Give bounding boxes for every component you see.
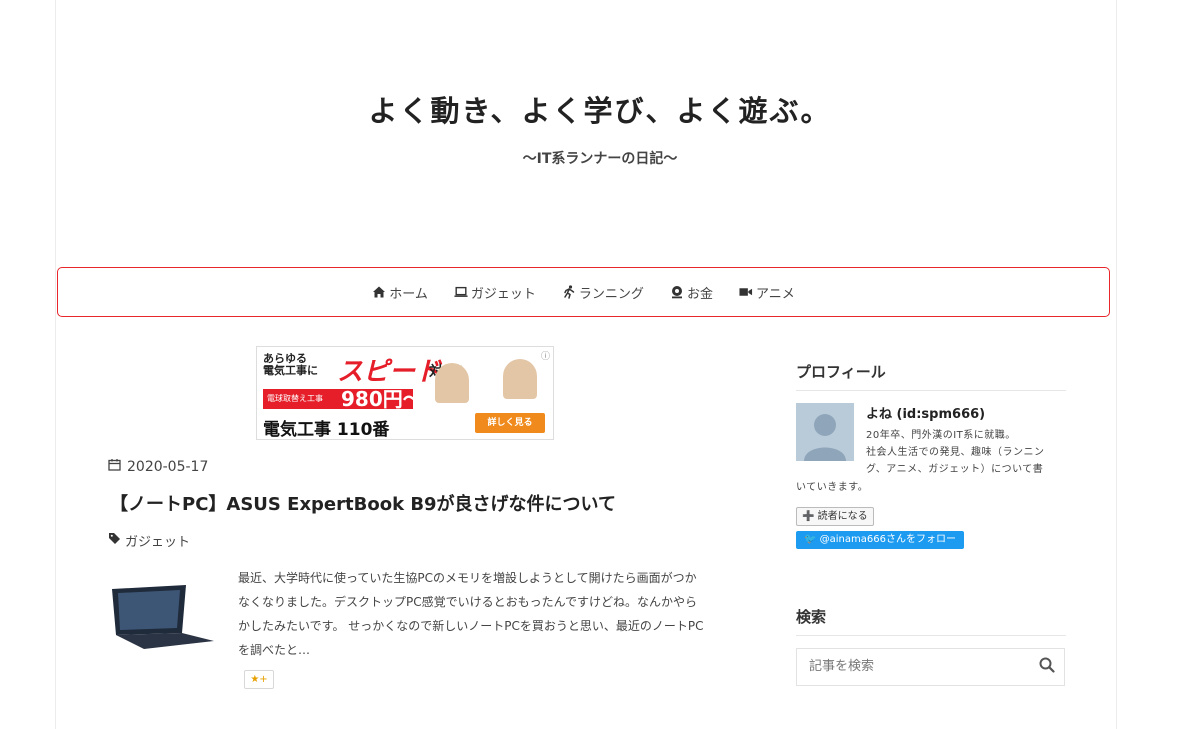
nav-item-anime[interactable]: アニメ [739, 283, 795, 302]
nav-item-label: ランニング [578, 286, 644, 302]
running-icon [562, 285, 576, 299]
ad-price: 980円〜 [341, 387, 423, 411]
ad-text: あらゆる 電気工事に [263, 352, 318, 377]
tag-icon [108, 532, 121, 549]
profile-bio: 20年卒、門外漢のIT系に就職。 社会人生活での発見、趣味（ランニング、アニメ、… [866, 430, 1045, 475]
nav-item-home[interactable]: ホーム [372, 283, 428, 302]
nav-item-label: ガジェット [470, 286, 536, 302]
ad-brand: 電気工事 110番 [263, 420, 390, 440]
nav-item-label: お金 [686, 286, 713, 302]
subscribe-button[interactable]: ➕ 読者になる [796, 507, 874, 526]
calendar-icon [108, 458, 121, 475]
avatar[interactable] [796, 403, 854, 461]
nav-item-gadget[interactable]: ガジェット [454, 283, 536, 302]
hatena-star-button[interactable]: ★+ [244, 670, 274, 689]
info-icon[interactable]: ⓘ [541, 349, 550, 362]
nav-item-label: アニメ [755, 286, 795, 302]
post-category[interactable]: ガジェット [108, 531, 190, 550]
home-icon [372, 285, 386, 299]
post-category-label: ガジェット [125, 535, 191, 550]
nav-item-money[interactable]: お金 [670, 283, 713, 302]
video-camera-icon [739, 285, 753, 299]
profile-heading: プロフィール [796, 361, 1066, 391]
ad-person-image [435, 363, 469, 403]
post-date-text: 2020-05-17 [127, 458, 209, 475]
search-heading: 検索 [796, 606, 1066, 636]
site-subtitle: 〜IT系ランナーの日記〜 [522, 151, 678, 167]
ad-cta-button[interactable]: 詳しく見る [475, 413, 545, 433]
site-title[interactable]: よく動き、よく学び、よく遊ぶ。 [0, 88, 1200, 130]
post-thumbnail[interactable] [108, 575, 218, 655]
profile-name[interactable]: よね (id:spm666) [866, 403, 985, 422]
profile-bio-end: いていきます。 [796, 482, 869, 493]
post-date: 2020-05-17 [108, 458, 208, 475]
twitter-bird-icon: 🐦 [804, 534, 817, 545]
search-icon[interactable] [1039, 657, 1055, 673]
ad-banner[interactable]: あらゆる電気工事に スピード 対応! 電球取替え工事 980円〜 電気工事 11… [256, 346, 554, 440]
plus-icon: ➕ [802, 511, 815, 522]
ad-person-image [503, 359, 537, 399]
nav-item-running[interactable]: ランニング [562, 283, 644, 302]
nav-item-label: ホーム [389, 286, 428, 302]
post-title[interactable]: 【ノートPC】ASUS ExpertBook B9が良さげな件について [110, 490, 616, 516]
search-input[interactable]: 記事を検索 [796, 648, 1065, 686]
laptop-icon [454, 285, 468, 299]
global-nav: ホーム ガジェット ランニング お金 アニメ [57, 267, 1110, 317]
twitter-follow-button[interactable]: 🐦 @ainama666さんをフォロー [796, 531, 964, 549]
post-excerpt: 最近、大学時代に使っていた生協PCのメモリを増設しようとして開けたら画面がつかな… [238, 571, 704, 657]
money-icon [670, 285, 684, 299]
